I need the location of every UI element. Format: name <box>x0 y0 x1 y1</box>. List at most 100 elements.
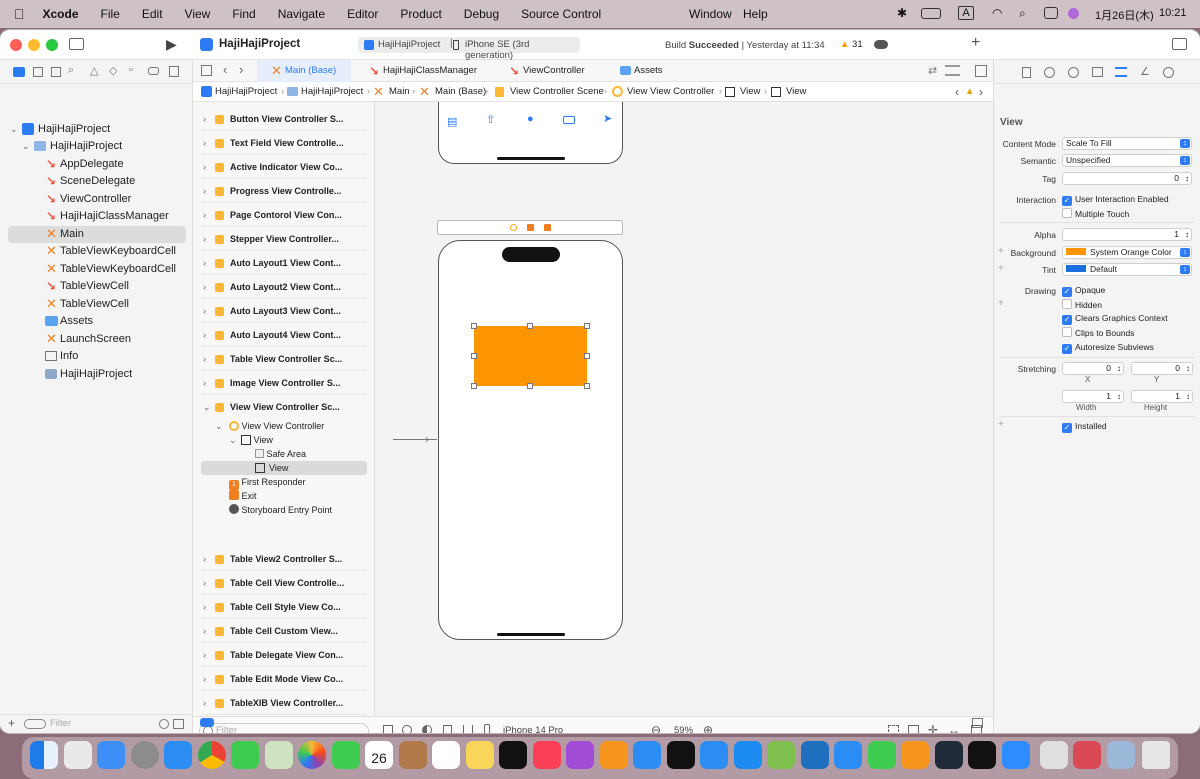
resize-handle[interactable] <box>471 323 477 329</box>
orientation-icon[interactable] <box>443 725 452 733</box>
stepper-icon[interactable]: ↕ <box>1117 391 1121 402</box>
disclosure-icon[interactable]: ⌄ <box>22 138 30 155</box>
menu-edit[interactable]: Edit <box>142 7 163 21</box>
attributes-inspector-icon[interactable] <box>1115 67 1127 77</box>
help-inspector-icon[interactable] <box>1068 67 1079 78</box>
clips-to-bounds-checkbox[interactable]: Clips to Bounds <box>1062 327 1135 339</box>
font-book-icon[interactable] <box>1040 741 1068 769</box>
tv-icon[interactable] <box>499 741 527 769</box>
scene-row[interactable]: › Image View Controller S... <box>201 372 367 395</box>
nav-item-info[interactable]: Info <box>0 348 193 365</box>
search-icon[interactable]: ⌕ <box>1019 6 1026 21</box>
scene-row[interactable]: › Table Cell Style View Co... <box>201 596 367 619</box>
nav-item-project[interactable]: ⌄ HajiHajiProject <box>0 121 193 138</box>
jumpbar-item[interactable]: Main (Base) <box>435 82 486 102</box>
debug-area-toggle-icon[interactable] <box>200 718 214 727</box>
symbol-icon[interactable] <box>51 67 61 77</box>
history-inspector-icon[interactable] <box>1044 67 1055 78</box>
chevron-right-icon[interactable]: › <box>203 372 206 395</box>
previous-scene-phone[interactable]: ▤ ⇧ ● ➤ <box>438 102 623 164</box>
jumpbar-item[interactable]: View Controller Scene <box>510 82 604 102</box>
tint-color-popup[interactable]: Default ↕ <box>1062 263 1192 276</box>
nav-item-tableviewcell-swift[interactable]: ↘ TableViewCell <box>0 278 193 295</box>
chevron-right-icon[interactable]: › <box>203 692 206 715</box>
location-icon[interactable]: ➤ <box>603 112 612 125</box>
wifi-icon[interactable]: ◠ <box>992 6 1002 20</box>
cloud-icon[interactable] <box>874 40 888 49</box>
books-icon[interactable] <box>600 741 628 769</box>
tab-main-base[interactable]: ✕ Main (Base) <box>257 60 351 82</box>
chevron-down-icon[interactable]: ⌄ <box>203 396 211 419</box>
scene-row[interactable]: › Stepper View Controller... <box>201 228 367 251</box>
menu-find[interactable]: Find <box>232 7 255 21</box>
launchpad-icon[interactable] <box>64 741 92 769</box>
dock-exit-icon[interactable] <box>544 224 551 231</box>
outline-safe-area[interactable]: Safe Area <box>255 447 306 461</box>
scene-row[interactable]: › Auto Layout3 View Cont... <box>201 300 367 323</box>
chevron-right-icon[interactable]: › <box>203 204 206 227</box>
minimize-window-button[interactable] <box>28 39 40 51</box>
stepper-icon[interactable]: ↕ <box>1186 363 1190 374</box>
beta-app-icon[interactable] <box>935 741 963 769</box>
scene-row[interactable]: › Table Cell View Controlle... <box>201 572 367 595</box>
add-library-icon[interactable]: + <box>971 34 980 52</box>
numbers-icon[interactable] <box>767 741 795 769</box>
scm-filter-icon[interactable] <box>173 719 184 729</box>
menu-product[interactable]: Product <box>400 7 441 21</box>
terminal-icon[interactable] <box>968 741 996 769</box>
mic-icon[interactable]: ● <box>527 113 534 125</box>
resize-handle[interactable] <box>584 323 590 329</box>
jumpbar-item[interactable]: HajiHajiProject <box>301 82 363 102</box>
xcode-icon[interactable] <box>633 741 661 769</box>
safari-icon[interactable] <box>164 741 192 769</box>
reminders-icon[interactable] <box>432 741 460 769</box>
outline-filter-field[interactable]: Filter <box>199 723 369 733</box>
outline-view[interactable]: ⌄ View <box>229 433 273 447</box>
file-inspector-icon[interactable] <box>1022 67 1031 78</box>
notes-icon[interactable] <box>466 741 494 769</box>
disclosure-icon[interactable]: ⌄ <box>10 121 18 138</box>
device-icon[interactable] <box>484 724 490 733</box>
activity-icon[interactable] <box>868 741 896 769</box>
size-inspector-icon[interactable]: ∠ <box>1140 65 1150 78</box>
chevron-right-icon[interactable]: › <box>203 348 206 371</box>
app-store-icon[interactable] <box>734 741 762 769</box>
embed-in-icon[interactable] <box>908 725 919 733</box>
scene-row[interactable]: › Table Delegate View Con... <box>201 644 367 667</box>
menu-source-control[interactable]: Source Control <box>521 7 601 21</box>
bluetooth-icon[interactable]: ✱ <box>897 6 907 20</box>
user-interaction-checkbox[interactable]: ✓ User Interaction Enabled <box>1062 194 1169 206</box>
outline-view-controller[interactable]: ⌄ View View Controller <box>215 419 324 433</box>
stretch-width-field[interactable]: 1 ↕ <box>1062 390 1124 403</box>
folder-icon[interactable] <box>13 67 25 77</box>
back-icon[interactable]: ‹ <box>223 62 227 77</box>
chevron-right-icon[interactable]: › <box>203 644 206 667</box>
add-variation-icon[interactable]: + <box>998 298 1004 309</box>
menu-editor[interactable]: Editor <box>347 7 378 21</box>
jumpbar-item[interactable]: HajiHajiProject <box>215 82 277 102</box>
siri-icon[interactable] <box>1068 8 1079 19</box>
menu-app[interactable]: Xcode <box>43 7 79 21</box>
scene-dock[interactable] <box>437 220 623 235</box>
connections-inspector-icon[interactable] <box>1163 67 1174 78</box>
recent-files-icon[interactable] <box>159 719 169 729</box>
messages-icon[interactable] <box>231 741 259 769</box>
scene-row[interactable]: › Table View Controller Sc... <box>201 348 367 371</box>
related-items-icon[interactable] <box>201 65 212 76</box>
toggle-inspector-icon[interactable] <box>1172 38 1187 50</box>
scene-row[interactable]: › Auto Layout4 View Cont... <box>201 324 367 347</box>
resize-handle[interactable] <box>471 383 477 389</box>
jumpbar-item[interactable]: View <box>786 82 806 102</box>
chevron-down-icon[interactable]: ⌄ <box>229 433 237 447</box>
menubar-time[interactable]: 10:21 <box>1159 7 1187 19</box>
issue-icon[interactable]: △ <box>90 64 98 77</box>
toggle-navigator-icon[interactable] <box>69 38 84 50</box>
resize-handle[interactable] <box>527 383 533 389</box>
menu-file[interactable]: File <box>101 7 120 21</box>
chevron-right-icon[interactable]: › <box>203 132 206 155</box>
debug-icon[interactable]: ▫ <box>129 64 133 76</box>
device-selector[interactable]: iPhone 14 Pro <box>503 725 563 733</box>
chevron-right-icon[interactable]: › <box>203 548 206 571</box>
add-constraints-icon[interactable]: ↔ <box>948 723 960 733</box>
music-icon[interactable] <box>533 741 561 769</box>
